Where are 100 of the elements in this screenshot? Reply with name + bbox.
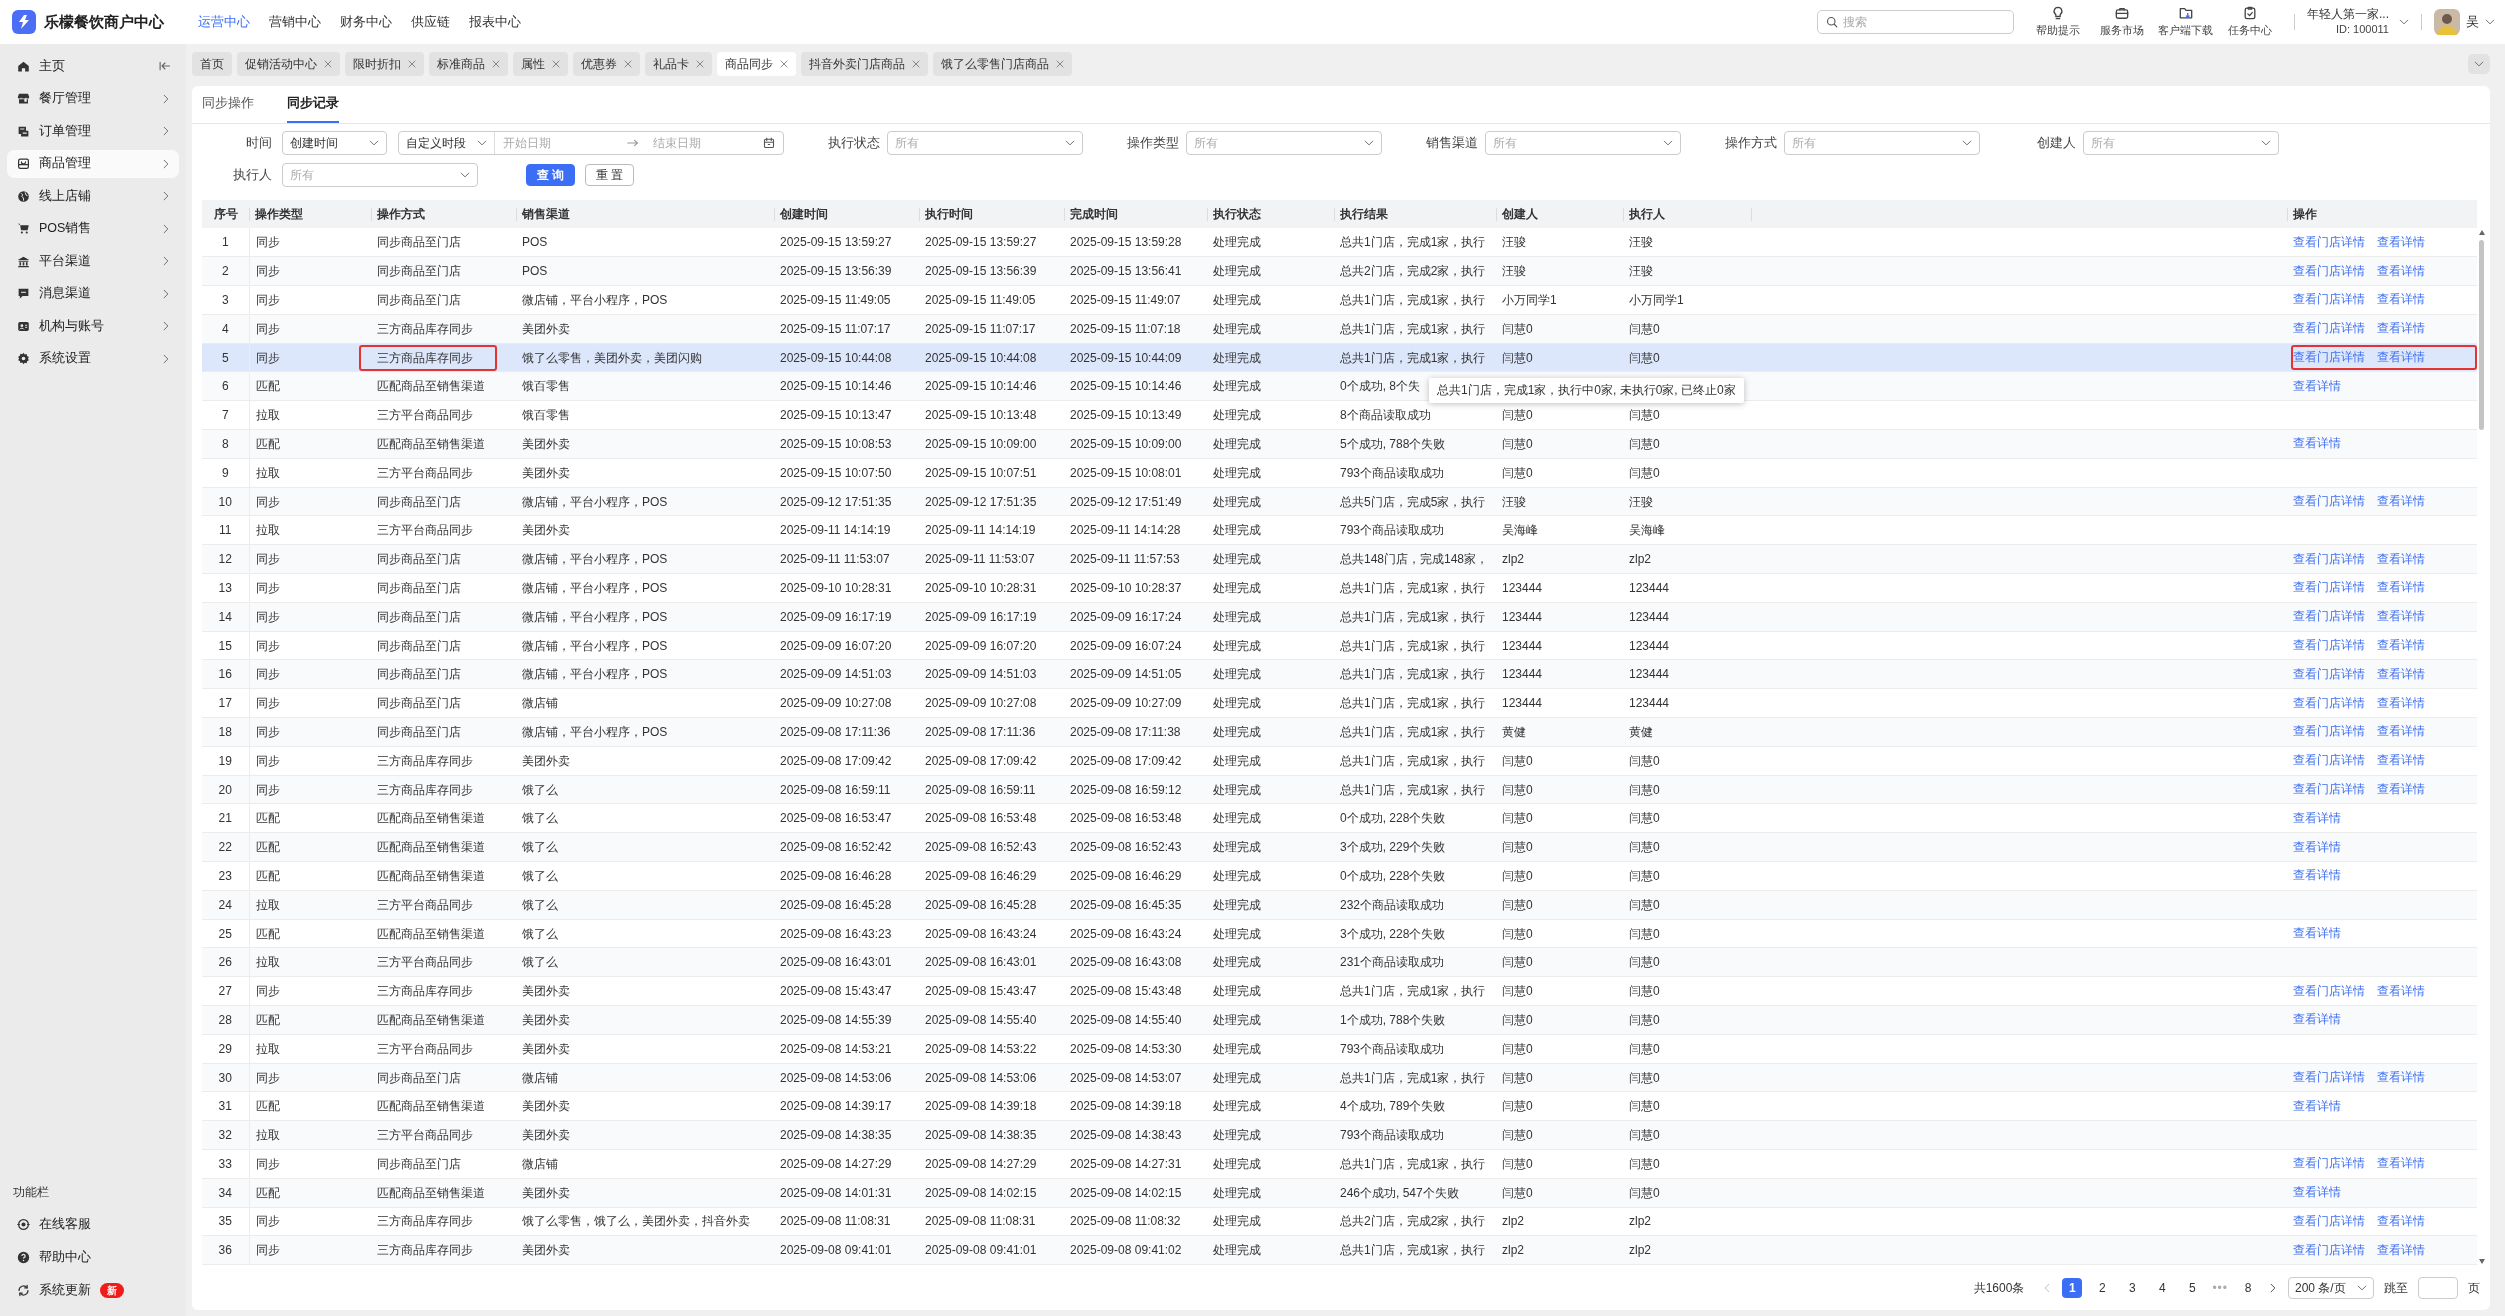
user-menu[interactable]: 吴 — [2434, 9, 2495, 35]
table-row[interactable]: 16 同步 同步商品至门店 微店铺，平台小程序，POS 2025-09-09 14:51:03 2025-09-09 14:51:03 2025-09-09 14:51:05 处理完成 总共1门店，完成1家，执行 123444 123444 查看门店详情 查看详情 — [202, 659, 2477, 689]
link[interactable]: 查看详情 — [2293, 1011, 2341, 1029]
link[interactable]: 查看门店详情 — [2293, 637, 2365, 655]
table-row[interactable]: 29 拉取 三方平台商品同步 美团外卖 2025-09-08 14:53:21 2025-09-08 14:53:22 2025-09-08 14:53:30 处理完成 793个商品读取成功 闫慧0 闫慧0 — [202, 1034, 2477, 1064]
link[interactable]: 查看门店详情 — [2293, 579, 2365, 597]
link[interactable]: 查看门店详情 — [2293, 1155, 2365, 1173]
search-input[interactable]: 搜索 — [1843, 15, 1993, 29]
link[interactable]: 查看详情 — [2377, 694, 2425, 712]
link[interactable]: 查看详情 — [2293, 809, 2341, 827]
nav-link[interactable]: 供应链 — [411, 13, 450, 31]
table-row[interactable]: 9 拉取 三方平台商品同步 美团外卖 2025-09-15 10:07:50 2025-09-15 10:07:51 2025-09-15 10:08:01 处理完成 793个商品读取成功 闫慧0 闫慧0 — [202, 458, 2477, 488]
table-row[interactable]: 7 拉取 三方平台商品同步 饿百零售 2025-09-15 10:13:47 2025-09-15 10:13:48 2025-09-15 10:13:49 处理完成 8个商品读取成功 闫慧0 闫慧0 — [202, 400, 2477, 430]
toolbar-button[interactable]: 服务市场 — [2090, 6, 2154, 38]
link[interactable]: 查看详情 — [2377, 608, 2425, 626]
table-row[interactable]: 14 同步 同步商品至门店 微店铺，平台小程序，POS 2025-09-09 16:17:19 2025-09-09 16:17:19 2025-09-09 16:17:24 处理完成 总共1门店，完成1家，执行 123444 123444 查看门店详情 查看详情 — [202, 602, 2477, 632]
link[interactable]: 查看门店详情 — [2293, 349, 2365, 367]
table-row[interactable]: 17 同步 同步商品至门店 微店铺 2025-09-09 10:27:08 2025-09-09 10:27:08 2025-09-09 10:27:09 处理完成 总共1门店，完成1家，执行 123444 123444 查看门店详情 查看详情 — [202, 688, 2477, 718]
link[interactable]: 查看门店详情 — [2293, 781, 2365, 799]
link[interactable]: 查看详情 — [2377, 1241, 2425, 1259]
table-row[interactable]: 23 匹配 匹配商品至销售渠道 饿了么 2025-09-08 16:46:28 2025-09-08 16:46:29 2025-09-08 16:46:29 处理完成 0个成功, 228个失败 闫慧0 闫慧0 查看详情 — [202, 861, 2477, 891]
table-row[interactable]: 26 拉取 三方平台商品同步 饿了么 2025-09-08 16:43:01 2025-09-08 16:43:01 2025-09-08 16:43:08 处理完成 231个商品读取成功 闫慧0 闫慧0 — [202, 947, 2477, 977]
table-row[interactable]: 31 匹配 匹配商品至销售渠道 美团外卖 2025-09-08 14:39:17 2025-09-08 14:39:18 2025-09-08 14:39:18 处理完成 4个成功, 789个失败 闫慧0 闫慧0 查看详情 — [202, 1091, 2477, 1121]
table-row[interactable]: 21 匹配 匹配商品至销售渠道 饿了么 2025-09-08 16:53:47 2025-09-08 16:53:48 2025-09-08 16:53:48 处理完成 0个成功, 228个失败 闫慧0 闫慧0 查看详情 — [202, 803, 2477, 833]
link[interactable]: 查看门店详情 — [2293, 982, 2365, 1000]
link[interactable]: 查看详情 — [2293, 1184, 2341, 1202]
sidebar-item[interactable]: 消息渠道 — [7, 279, 179, 308]
page-button[interactable]: 4 — [2152, 1278, 2173, 1298]
sidebar-item[interactable]: 订单管理 — [7, 117, 179, 145]
link[interactable]: 查看详情 — [2293, 838, 2341, 856]
table-row[interactable]: 22 匹配 匹配商品至销售渠道 饿了么 2025-09-08 16:52:42 2025-09-08 16:52:43 2025-09-08 16:52:43 处理完成 3个成功, 229个失败 闫慧0 闫慧0 查看详情 — [202, 832, 2477, 862]
table-row[interactable]: 13 同步 同步商品至门店 微店铺，平台小程序，POS 2025-09-10 10:28:31 2025-09-10 10:28:31 2025-09-10 10:28:37 处理完成 总共1门店，完成1家，执行 123444 123444 查看门店详情 查看详情 — [202, 573, 2477, 603]
close-icon[interactable] — [780, 60, 788, 68]
link[interactable]: 查看详情 — [2377, 262, 2425, 280]
table-row[interactable]: 27 同步 三方商品库存同步 美团外卖 2025-09-08 15:43:47 2025-09-08 15:43:47 2025-09-08 15:43:48 处理完成 总共1门店，完成1家，执行 闫慧0 闫慧0 查看门店详情 查看详情 — [202, 976, 2477, 1006]
account-switcher[interactable]: 年轻人第一家... ID: 100011 — [2307, 7, 2409, 37]
link[interactable]: 查看详情 — [2293, 925, 2341, 942]
nav-link[interactable]: 运营中心 — [198, 13, 250, 31]
arrow-down-icon[interactable] — [2478, 1259, 2485, 1264]
close-icon[interactable] — [408, 60, 416, 68]
page-tab[interactable]: 商品同步 — [717, 52, 796, 76]
link[interactable]: 查看详情 — [2377, 550, 2425, 568]
link[interactable]: 查看详情 — [2377, 349, 2425, 367]
page-tab[interactable]: 首页 — [192, 52, 232, 76]
table-row[interactable]: 35 同步 三方商品库存同步 饿了么零售，饿了么，美团外卖，抖音外卖 2025-09-08 11:08:31 2025-09-08 11:08:31 2025-09-08 11:08:32 处理完成 总共2门店，完成2家，执行 zlp2 zlp2 查看门店详情 查看详情 — [202, 1207, 2477, 1236]
page-button[interactable]: 3 — [2122, 1278, 2143, 1298]
link[interactable]: 查看详情 — [2377, 752, 2425, 770]
sidebar-item[interactable]: 餐厅管理 — [7, 84, 179, 113]
link[interactable]: 查看详情 — [2377, 291, 2425, 309]
link[interactable]: 查看详情 — [2377, 1155, 2425, 1173]
sidebar-item[interactable]: 在线客服 — [7, 1210, 179, 1238]
sidebar-item[interactable]: POS销售 — [7, 214, 179, 243]
end-date-input[interactable]: 结束日期 — [653, 136, 763, 150]
link[interactable]: 查看门店详情 — [2293, 694, 2365, 712]
table-row[interactable]: 19 同步 三方商品库存同步 美团外卖 2025-09-08 17:09:42 2025-09-08 17:09:42 2025-09-08 17:09:42 处理完成 总共1门店，完成1家，执行 闫慧0 闫慧0 查看门店详情 查看详情 — [202, 746, 2477, 776]
link[interactable]: 查看详情 — [2377, 320, 2425, 338]
page-button[interactable]: 8 — [2238, 1278, 2258, 1298]
link[interactable]: 查看门店详情 — [2293, 1241, 2365, 1259]
link[interactable]: 查看门店详情 — [2293, 752, 2365, 770]
close-icon[interactable] — [624, 60, 632, 68]
page-size-select[interactable]: 200 条/页 — [2288, 1277, 2374, 1299]
search-field[interactable]: 搜索 — [1817, 10, 2014, 34]
select-field[interactable]: 创建时间 — [282, 131, 387, 155]
table-row[interactable]: 1 同步 同步商品至门店 POS 2025-09-15 13:59:27 2025-09-15 13:59:27 2025-09-15 13:59:28 处理完成 总共1门店，完成1家，执行 汪骏 汪骏 查看门店详情 查看详情 — [202, 228, 2477, 257]
close-icon[interactable] — [1056, 60, 1064, 68]
date-range-field[interactable]: 自定义时段 开始日期 结束日期 — [398, 131, 784, 155]
page-tab[interactable]: 标准商品 — [429, 52, 508, 76]
table-row[interactable]: 6 匹配 匹配商品至销售渠道 饿百零售 2025-09-15 10:14:46 2025-09-15 10:14:46 2025-09-15 10:14:46 处理完成 0个成功, 8个失 总共1门店，完成1家，执行中0家, 未执行0家, 已终止0家 查看详情 — [202, 372, 2477, 401]
table-row[interactable]: 2 同步 同步商品至门店 POS 2025-09-15 13:56:39 2025-09-15 13:56:39 2025-09-15 13:56:41 处理完成 总共2门店，完成2家，执行 汪骏 汪骏 查看门店详情 查看详情 — [202, 256, 2477, 286]
toolbar-button[interactable]: 客户端下载 — [2154, 6, 2218, 38]
link[interactable]: 查看详情 — [2293, 377, 2341, 395]
sidebar-item[interactable]: 机构与账号 — [7, 312, 179, 340]
page-button[interactable]: 5 — [2182, 1278, 2203, 1298]
page-input[interactable] — [2418, 1277, 2458, 1299]
link[interactable]: 查看门店详情 — [2293, 320, 2365, 338]
page-button[interactable]: 2 — [2092, 1278, 2113, 1298]
nav-link[interactable]: 报表中心 — [469, 13, 521, 31]
link[interactable]: 查看详情 — [2293, 435, 2341, 453]
table-row[interactable]: 24 拉取 三方平台商品同步 饿了么 2025-09-08 16:45:28 2025-09-08 16:45:28 2025-09-08 16:45:35 处理完成 232个商品读取成功 闫慧0 闫慧0 — [202, 890, 2477, 920]
table-row[interactable]: 36 同步 三方商品库存同步 美团外卖 2025-09-08 09:41:01 2025-09-08 09:41:01 2025-09-08 09:41:02 处理完成 总共1门店，完成1家，执行 zlp2 zlp2 查看门店详情 查看详情 — [202, 1235, 2477, 1265]
table-row[interactable]: 8 匹配 匹配商品至销售渠道 美团外卖 2025-09-15 10:08:53 2025-09-15 10:09:00 2025-09-15 10:09:00 处理完成 5个成功, 788个失败 闫慧0 闫慧0 查看详情 — [202, 429, 2477, 459]
close-icon[interactable] — [696, 60, 704, 68]
link[interactable]: 查看详情 — [2377, 1213, 2425, 1230]
toolbar-button[interactable]: 任务中心 — [2218, 6, 2282, 38]
page-button[interactable]: 1 — [2062, 1278, 2083, 1298]
toolbar-button[interactable]: 帮助提示 — [2026, 6, 2090, 38]
start-date-input[interactable]: 开始日期 — [503, 136, 613, 150]
link[interactable]: 查看门店详情 — [2293, 493, 2365, 511]
table-row[interactable]: 33 同步 同步商品至门店 微店铺 2025-09-08 14:27:29 2025-09-08 14:27:29 2025-09-08 14:27:31 处理完成 总共1门店，完成1家，执行 闫慧0 闫慧0 查看门店详情 查看详情 — [202, 1149, 2477, 1179]
link[interactable]: 查看门店详情 — [2293, 550, 2365, 568]
close-icon[interactable] — [492, 60, 500, 68]
sidebar-item[interactable]: 平台渠道 — [7, 247, 179, 275]
link[interactable]: 查看详情 — [2293, 867, 2341, 885]
link[interactable]: 查看门店详情 — [2293, 665, 2365, 683]
table-row[interactable]: 30 同步 同步商品至门店 微店铺 2025-09-08 14:53:06 2025-09-08 14:53:06 2025-09-08 14:53:07 处理完成 总共1门店，完成1家，执行 闫慧0 闫慧0 查看门店详情 查看详情 — [202, 1063, 2477, 1092]
table-row[interactable]: 5 同步 三方商品库存同步 饿了么零售，美团外卖，美团闪购 2025-09-15 10:44:08 2025-09-15 10:44:08 2025-09-15 10:44:09 处理完成 总共1门店，完成1家，执行 闫慧0 闫慧0 查看门店详情 查看详情 — [202, 343, 2477, 372]
table-row[interactable]: 28 匹配 匹配商品至销售渠道 美团外卖 2025-09-08 14:55:39 2025-09-08 14:55:40 2025-09-08 14:55:40 处理完成 1个成功, 788个失败 闫慧0 闫慧0 查看详情 — [202, 1005, 2477, 1035]
close-icon[interactable] — [912, 60, 920, 68]
page-tab[interactable]: 属性 — [513, 52, 568, 76]
sidebar-item[interactable]: 线上店铺 — [7, 182, 179, 210]
